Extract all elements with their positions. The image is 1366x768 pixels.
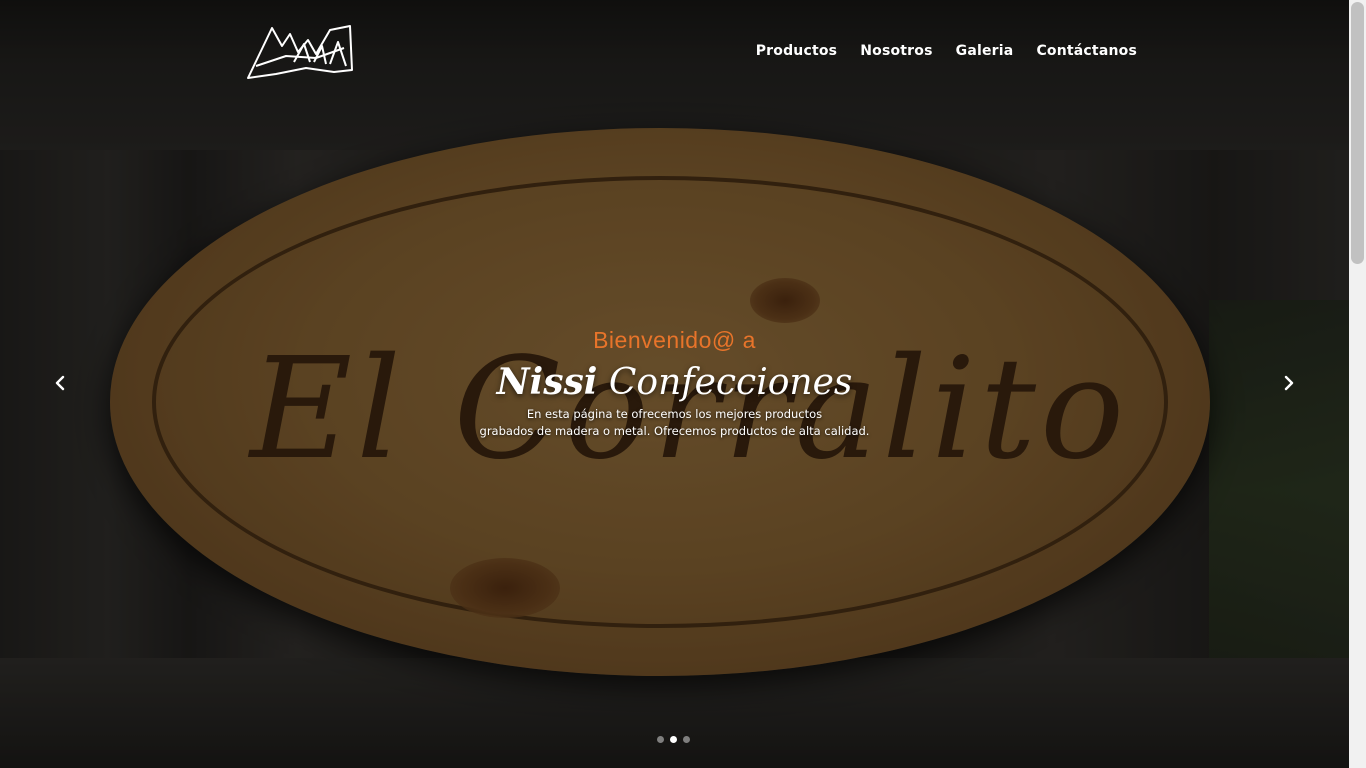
carousel-prev-button[interactable]: [49, 372, 71, 394]
carousel-dot-3[interactable]: [683, 736, 690, 743]
hero-description-line1: En esta página te ofrecemos los mejores …: [526, 407, 823, 421]
logo-mark: [247, 25, 353, 79]
carousel-indicators: [657, 736, 690, 743]
hero-caption: Bienvenido@ a Nissi Confecciones En esta…: [0, 325, 1349, 440]
chevron-right-icon: [1284, 375, 1294, 391]
chevron-left-icon: [55, 375, 65, 391]
main-nav: Productos Nosotros Galeria Contáctanos: [756, 43, 1137, 59]
brand-word-confecciones: Confecciones: [608, 362, 853, 403]
hero-pretitle: Bienvenido@ a: [593, 327, 756, 353]
brand-word-nissi: Nissi: [496, 361, 598, 403]
nav-link-productos[interactable]: Productos: [756, 43, 838, 59]
nav-link-galeria[interactable]: Galeria: [956, 43, 1014, 59]
hero-brand-title: Nissi Confecciones: [0, 357, 1349, 408]
carousel-dot-1[interactable]: [657, 736, 664, 743]
nissi-logo[interactable]: [246, 22, 356, 82]
carousel-dot-2[interactable]: [670, 736, 677, 743]
hero-description: En esta página te ofrecemos los mejores …: [0, 406, 1349, 440]
scrollbar-thumb[interactable]: [1351, 2, 1364, 264]
nav-link-nosotros[interactable]: Nosotros: [860, 43, 932, 59]
page: El Corralito Productos Nosotros Galeria …: [0, 0, 1366, 768]
nav-link-contactanos[interactable]: Contáctanos: [1036, 43, 1137, 59]
hero-description-line2: grabados de madera o metal. Ofrecemos pr…: [479, 424, 870, 438]
page-scrollbar[interactable]: [1349, 0, 1366, 768]
carousel-next-button[interactable]: [1278, 372, 1300, 394]
